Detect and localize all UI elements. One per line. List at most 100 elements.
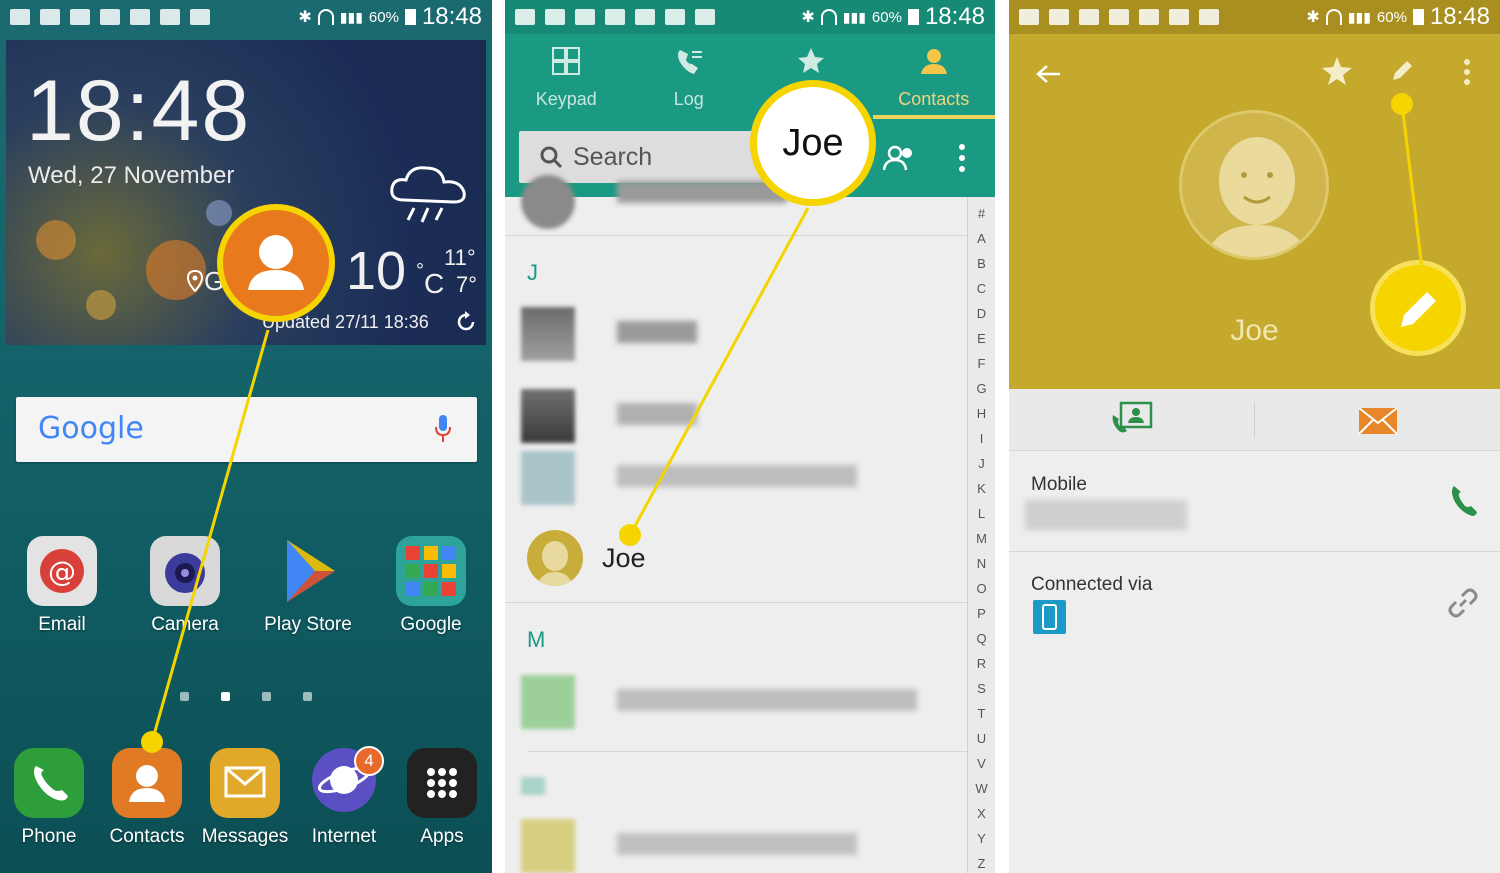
- redacted-name: [617, 833, 857, 855]
- widget-date: Wed, 27 November: [28, 162, 235, 189]
- alphabet-index-letter[interactable]: R: [977, 651, 986, 676]
- link-icon[interactable]: [1448, 588, 1478, 618]
- google-folder-label: Google: [400, 614, 462, 635]
- alphabet-index-letter[interactable]: X: [977, 801, 986, 826]
- phone-call-icon[interactable]: [1450, 484, 1478, 518]
- alphabet-index-letter[interactable]: L: [978, 501, 985, 526]
- alphabet-index-letter[interactable]: M: [976, 526, 987, 551]
- divider: [1254, 403, 1255, 437]
- tab-keypad-label: Keypad: [535, 89, 597, 109]
- contact-actions: [1009, 389, 1500, 451]
- battery-percent: 60%: [871, 8, 902, 26]
- avatar: [521, 451, 575, 505]
- alphabet-index-letter[interactable]: Y: [977, 826, 986, 851]
- contact-photo[interactable]: [1179, 110, 1329, 260]
- groups-icon[interactable]: [883, 145, 917, 171]
- alphabet-index-letter[interactable]: P: [977, 601, 986, 626]
- alphabet-index-letter[interactable]: G: [976, 376, 986, 401]
- alphabet-index-letter[interactable]: Z: [978, 851, 986, 873]
- page-dot[interactable]: [180, 692, 189, 701]
- alphabet-index-letter[interactable]: U: [977, 726, 986, 751]
- edit-pencil-icon[interactable]: [1389, 58, 1415, 84]
- google-folder-app[interactable]: Google: [376, 536, 486, 636]
- alphabet-index-letter[interactable]: E: [977, 326, 986, 351]
- play-store-icon: [273, 536, 343, 606]
- favourite-star-icon[interactable]: [1321, 56, 1353, 86]
- notification-icons: [1019, 9, 1306, 25]
- alphabet-index-letter[interactable]: F: [978, 351, 986, 376]
- messages-app[interactable]: Messages: [190, 748, 300, 848]
- more-options-icon[interactable]: [958, 143, 966, 173]
- page-dot[interactable]: [303, 692, 312, 701]
- email-envelope-icon[interactable]: [1358, 407, 1398, 435]
- bluetooth-icon: ✱: [801, 9, 815, 26]
- phone-app[interactable]: Phone: [0, 748, 104, 848]
- tab-contacts-label: Contacts: [898, 89, 970, 109]
- alphabet-index-letter[interactable]: J: [978, 451, 985, 476]
- bag-icon: [695, 9, 715, 25]
- battery-icon: [1412, 9, 1424, 25]
- page-indicator: [180, 692, 312, 701]
- alphabet-index-letter[interactable]: N: [977, 551, 986, 576]
- connected-via-row: Connected via: [1009, 552, 1500, 652]
- status-bar: ✱ ▮▮▮ 60% 18:48: [505, 0, 995, 34]
- contact-row-joe[interactable]: Joe: [505, 517, 967, 602]
- alphabet-index-letter[interactable]: H: [977, 401, 986, 426]
- warning-icon: [40, 9, 60, 25]
- location-icon: [186, 270, 204, 292]
- alphabet-index-letter[interactable]: T: [978, 701, 986, 726]
- redacted-name: [617, 465, 857, 487]
- alphabet-index-letter[interactable]: V: [977, 751, 986, 776]
- more-options-icon[interactable]: [1463, 58, 1471, 86]
- email-label: Email: [38, 614, 86, 635]
- google-search-bar[interactable]: Google: [16, 397, 477, 462]
- battery-icon: [907, 9, 919, 25]
- email-app[interactable]: @ Email: [7, 536, 117, 636]
- tab-log[interactable]: Log: [628, 34, 751, 119]
- alphabet-index-letter[interactable]: O: [976, 576, 986, 601]
- tab-keypad[interactable]: Keypad: [505, 34, 628, 119]
- svg-text:@: @: [48, 555, 76, 588]
- contacts-app[interactable]: Contacts: [92, 748, 202, 848]
- internet-app[interactable]: 4 Internet: [289, 746, 399, 848]
- contacts-search-input[interactable]: Search: [519, 131, 784, 183]
- alphabet-index-letter[interactable]: Q: [976, 626, 986, 651]
- alphabet-index-letter[interactable]: #: [978, 201, 985, 226]
- microphone-icon[interactable]: [435, 415, 451, 443]
- home-page-dot[interactable]: [221, 692, 230, 701]
- play-store-app[interactable]: Play Store: [253, 536, 363, 636]
- alphabet-index-letter[interactable]: C: [977, 276, 986, 301]
- alphabet-index-letter[interactable]: B: [977, 251, 986, 276]
- google-logo: Google: [38, 411, 144, 446]
- page-dot[interactable]: [262, 692, 271, 701]
- redacted-name: [617, 321, 697, 343]
- upload-icon: [1109, 9, 1129, 25]
- contact-card-call-icon[interactable]: [1111, 401, 1153, 435]
- alphabet-index-letter[interactable]: D: [977, 301, 986, 326]
- weather-unit-letter: C: [424, 268, 445, 299]
- camera-label: Camera: [151, 614, 219, 635]
- back-arrow-icon[interactable]: [1035, 64, 1061, 84]
- alphabet-index-letter[interactable]: W: [975, 776, 987, 801]
- battery-icon: [404, 9, 416, 25]
- tab-log-label: Log: [673, 89, 704, 109]
- apps-drawer[interactable]: Apps: [387, 748, 492, 848]
- alphabet-index[interactable]: # A B C D E F G H I J K L M N O P Q R S T U V W X Y Z: [967, 197, 995, 873]
- alphabet-index-letter[interactable]: I: [980, 426, 984, 451]
- alphabet-index-letter[interactable]: A: [977, 226, 986, 251]
- contact-name: Joe: [602, 543, 646, 573]
- alphabet-index-letter[interactable]: K: [977, 476, 986, 501]
- alphabet-index-letter[interactable]: S: [977, 676, 986, 701]
- refresh-icon[interactable]: [455, 311, 477, 333]
- message-icon: [1019, 9, 1039, 25]
- camera-app[interactable]: Camera: [130, 536, 240, 636]
- contact-avatar: [527, 530, 583, 586]
- camera-icon: [150, 536, 220, 606]
- section-header-j: J: [527, 260, 538, 285]
- phone-icon: [14, 748, 84, 818]
- mobile-number-row[interactable]: Mobile: [1009, 452, 1500, 552]
- mobile-label: Mobile: [1031, 474, 1087, 495]
- signal-icon: ▮▮▮: [842, 8, 866, 25]
- tab-contacts[interactable]: Contacts: [872, 34, 996, 119]
- call-log-icon: [677, 50, 702, 74]
